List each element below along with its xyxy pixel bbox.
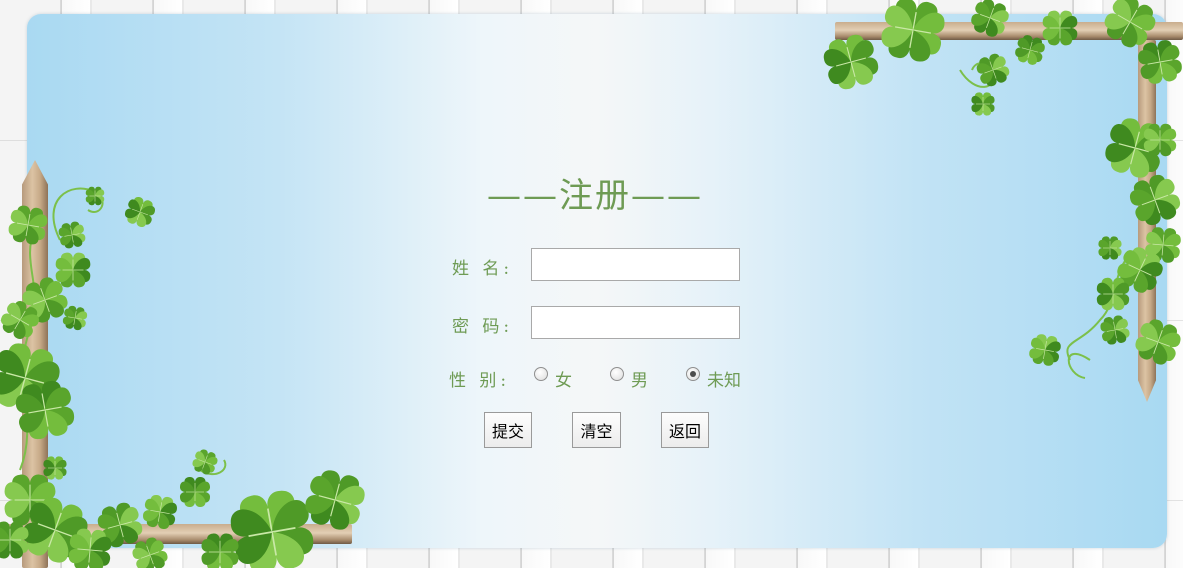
name-label: 姓 名:: [452, 259, 514, 279]
gender-label: 性 别:: [449, 371, 511, 391]
top-right-wood-stick: [835, 22, 1183, 40]
gender-option-female-label: 女: [555, 371, 572, 391]
clear-button[interactable]: 清空: [572, 412, 621, 448]
gender-option-unknown-label: 未知: [707, 371, 741, 391]
password-label: 密 码:: [452, 317, 514, 337]
gender-radio-female[interactable]: [534, 367, 548, 381]
gender-radio-male[interactable]: [610, 367, 624, 381]
submit-button[interactable]: 提交: [484, 412, 532, 448]
gender-option-male-label: 男: [631, 371, 648, 391]
right-wood-stick: [1138, 40, 1156, 402]
gender-radio-unknown[interactable]: [686, 367, 700, 381]
password-input[interactable]: [531, 306, 740, 339]
page-title: ——注册——: [487, 176, 703, 216]
back-button[interactable]: 返回: [661, 412, 709, 448]
bottom-left-wood-stick: [0, 524, 352, 544]
left-wood-stick: [22, 160, 48, 568]
register-board: [27, 14, 1167, 548]
name-input[interactable]: [531, 248, 740, 281]
